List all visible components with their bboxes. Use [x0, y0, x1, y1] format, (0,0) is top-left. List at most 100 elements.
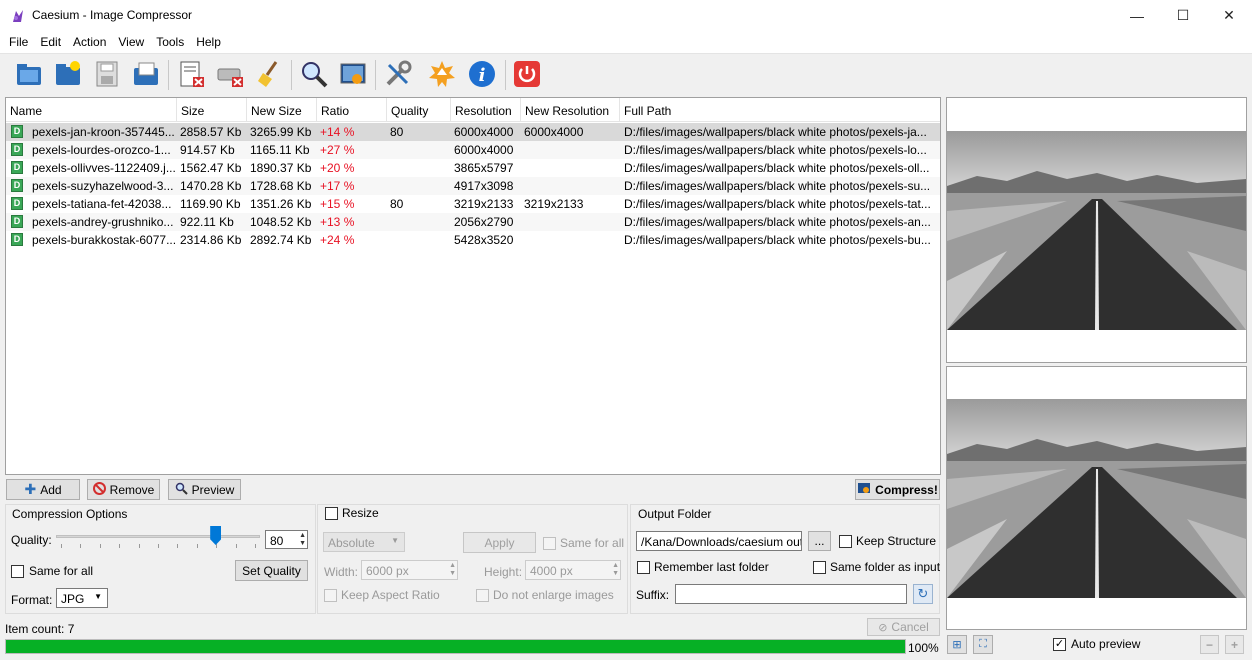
cell-path: D:/files/images/wallpapers/black white p…	[624, 125, 927, 139]
column-ratio[interactable]: Ratio	[317, 98, 387, 122]
table-row[interactable]: Dpexels-suzyhazelwood-3... 1470.28 Kb 1728…	[6, 177, 940, 195]
zoom-in-button[interactable]: +	[1225, 635, 1244, 654]
full-size-button[interactable]: ⛶	[973, 635, 993, 654]
original-preview-pane[interactable]	[946, 97, 1247, 363]
preview-icon[interactable]	[297, 57, 331, 91]
table-row[interactable]: Dpexels-burakkostak-6077... 2314.86 Kb 289…	[6, 231, 940, 249]
format-select[interactable]: JPG ▼	[56, 588, 108, 608]
cell-ratio: +14 %	[320, 125, 355, 139]
keep-structure-box[interactable]	[839, 534, 852, 548]
browse-button[interactable]: ...	[808, 531, 831, 551]
maximize-button[interactable]: ☐	[1160, 0, 1206, 31]
image-file-icon: D	[11, 143, 23, 156]
slider-tick	[235, 544, 237, 548]
column-quality[interactable]: Quality	[387, 98, 451, 122]
resize-checkbox[interactable]: Resize	[325, 506, 379, 520]
save-list-icon[interactable]	[90, 57, 124, 91]
cell-name: pexels-lourdes-orozco-1...	[32, 143, 171, 157]
same-folder-as-input-checkbox[interactable]: Same folder as input	[813, 560, 940, 574]
cell-name: pexels-tatiana-fet-42038...	[32, 197, 172, 211]
width-spinbox[interactable]: 6000 px ▲ ▼	[361, 560, 458, 580]
compressed-preview-pane[interactable]	[946, 366, 1247, 630]
do-not-enlarge-checkbox[interactable]: Do not enlarge images	[476, 588, 614, 602]
refresh-suffix-button[interactable]: ↻	[913, 584, 933, 604]
remove-button[interactable]: Remove	[87, 479, 160, 500]
add-button[interactable]: ✚ Add	[6, 479, 80, 500]
clear-list-icon[interactable]	[213, 57, 247, 91]
column-new-size[interactable]: New Size	[247, 98, 317, 122]
apply-button[interactable]: Apply	[463, 532, 536, 553]
quality-spinbox[interactable]: 80 ▲ ▼	[265, 530, 308, 549]
cell-ratio: +17 %	[320, 179, 355, 193]
resize-same-for-all-box[interactable]	[543, 536, 556, 550]
spinbox-arrows-icon[interactable]: ▲ ▼	[449, 562, 456, 578]
column-resolution[interactable]: Resolution	[451, 98, 521, 122]
column-name[interactable]: Name	[6, 98, 177, 122]
auto-preview-box[interactable]: ✓	[1053, 637, 1066, 651]
cell-size: 2858.57 Kb	[180, 125, 242, 139]
cell-name: pexels-andrey-grushniko...	[32, 215, 174, 229]
spinbox-arrows-icon[interactable]: ▲ ▼	[299, 532, 306, 548]
table-row[interactable]: Dpexels-ollivves-1122409.j... 1562.47 Kb 1…	[6, 159, 940, 177]
open-files-icon[interactable]	[12, 57, 46, 91]
same-for-all-checkbox[interactable]: Same for all	[11, 564, 93, 578]
suffix-field[interactable]	[675, 584, 907, 604]
menu-help[interactable]: Help	[190, 31, 227, 53]
menu-edit[interactable]: Edit	[34, 31, 67, 53]
clean-icon[interactable]	[252, 57, 286, 91]
table-row[interactable]: Dpexels-tatiana-fet-42038... 1169.90 Kb 13…	[6, 195, 940, 213]
cell-ratio: +20 %	[320, 161, 355, 175]
cell-resolution: 6000x4000	[454, 125, 514, 139]
same-for-all-box[interactable]	[11, 564, 24, 578]
table-row[interactable]: Dpexels-andrey-grushniko... 922.11 Kb 1048…	[6, 213, 940, 231]
auto-preview-checkbox[interactable]: ✓ Auto preview	[1053, 637, 1140, 651]
minus-icon: −	[1205, 637, 1213, 652]
menu-tools[interactable]: Tools	[150, 31, 190, 53]
cancel-button[interactable]: ⊘ Cancel	[867, 618, 940, 636]
add-label: Add	[40, 482, 62, 497]
height-spinbox[interactable]: 4000 px ▲ ▼	[525, 560, 621, 580]
set-quality-button[interactable]: Set Quality	[235, 560, 308, 581]
info-icon[interactable]: i	[465, 57, 499, 91]
output-path-field[interactable]: /Kana/Downloads/caesium output	[636, 531, 802, 551]
quality-slider[interactable]	[56, 526, 260, 550]
resize-box[interactable]	[325, 506, 338, 520]
quality-value: 80	[270, 534, 284, 548]
quality-slider-handle[interactable]	[210, 526, 222, 545]
column-new-resolution[interactable]: New Resolution	[521, 98, 620, 122]
column-size[interactable]: Size	[177, 98, 247, 122]
table-header: Name Size New Size Ratio Quality Resolut…	[6, 98, 940, 122]
same-folder-as-input-box[interactable]	[813, 560, 826, 574]
close-button[interactable]: ✕	[1206, 0, 1252, 31]
settings-icon[interactable]	[381, 57, 415, 91]
table-row[interactable]: Dpexels-lourdes-orozco-1... 914.57 Kb 1165…	[6, 141, 940, 159]
menu-action[interactable]: Action	[67, 31, 112, 53]
update-icon[interactable]	[425, 57, 459, 91]
compress-button[interactable]: Compress!	[855, 479, 940, 500]
menu-file[interactable]: File	[3, 31, 34, 53]
preview-button[interactable]: Preview	[168, 479, 241, 500]
cell-new-resolution: 3219x2133	[524, 197, 584, 211]
do-not-enlarge-box[interactable]	[476, 588, 489, 602]
open-list-icon[interactable]	[129, 57, 163, 91]
minimize-button[interactable]: —	[1114, 0, 1160, 31]
resize-same-for-all-checkbox[interactable]: Same for all	[543, 536, 624, 550]
resize-mode-select[interactable]: Absolute ▼	[323, 532, 405, 552]
file-table[interactable]: Name Size New Size Ratio Quality Resolut…	[5, 97, 941, 475]
keep-structure-checkbox[interactable]: Keep Structure	[839, 534, 936, 548]
keep-aspect-ratio-box[interactable]	[324, 588, 337, 602]
open-folder-icon[interactable]	[51, 57, 85, 91]
column-full-path[interactable]: Full Path	[620, 98, 940, 122]
remove-icon	[92, 481, 106, 498]
exit-icon[interactable]	[510, 57, 544, 91]
remember-last-folder-checkbox[interactable]: Remember last folder	[637, 560, 769, 574]
remember-last-folder-box[interactable]	[637, 560, 650, 574]
fit-to-window-button[interactable]: ⊞	[947, 635, 967, 654]
remove-item-icon[interactable]	[174, 57, 208, 91]
menu-view[interactable]: View	[112, 31, 150, 53]
zoom-out-button[interactable]: −	[1200, 635, 1219, 654]
keep-aspect-ratio-checkbox[interactable]: Keep Aspect Ratio	[324, 588, 440, 602]
spinbox-arrows-icon[interactable]: ▲ ▼	[612, 562, 619, 578]
table-row[interactable]: Dpexels-jan-kroon-357445... 2858.57 Kb 326…	[6, 123, 940, 141]
compare-icon[interactable]	[336, 57, 370, 91]
